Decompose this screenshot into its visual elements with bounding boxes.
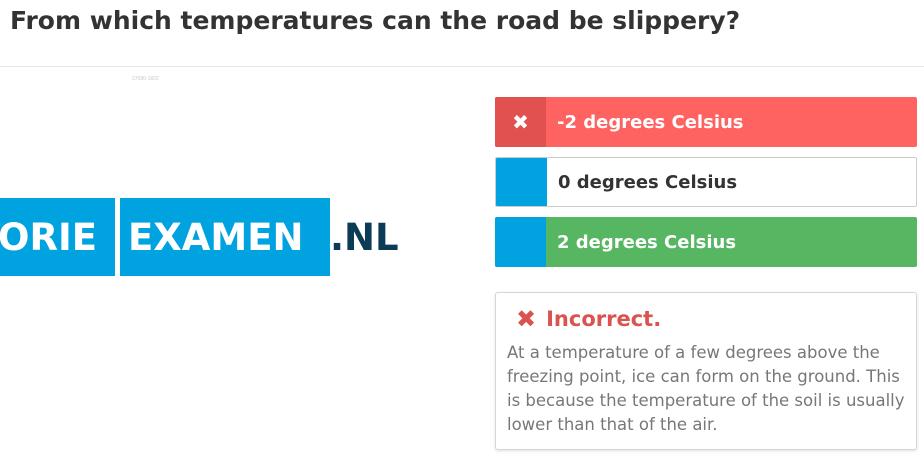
answer-option-wrong[interactable]: ✖ -2 degrees Celsius — [495, 97, 917, 147]
x-icon: ✖ — [516, 305, 537, 333]
feedback-panel: ✖ Incorrect. At a temperature of a few d… — [495, 292, 917, 450]
feedback-explanation: At a temperature of a few degrees above … — [507, 343, 905, 434]
answer-marker — [495, 217, 546, 267]
answer-label: 2 degrees Celsius — [557, 231, 737, 253]
logo-gap — [115, 198, 120, 276]
answer-label: -2 degrees Celsius — [557, 111, 744, 133]
logo-tld: .NL — [330, 216, 399, 259]
question-title: From which temperatures can the road be … — [10, 6, 741, 35]
brand-logo: ORIE EXAMEN .NL — [0, 198, 420, 276]
answer-option-neutral[interactable]: 0 degrees Celsius — [495, 157, 917, 207]
x-icon: ✖ — [512, 110, 529, 134]
logo-text-right: EXAMEN — [128, 216, 304, 259]
header-divider — [0, 66, 924, 67]
answer-list: ✖ -2 degrees Celsius 0 degrees Celsius 2… — [495, 97, 917, 277]
logo-text-left: ORIE — [0, 216, 97, 259]
answer-option-correct[interactable]: 2 degrees Celsius — [495, 217, 917, 267]
feedback-title: Incorrect. — [546, 307, 662, 331]
answer-marker: ✖ — [495, 97, 546, 147]
answer-label: 0 degrees Celsius — [558, 171, 738, 193]
answer-marker — [496, 158, 547, 206]
image-caption-text: 27090-1822 — [132, 76, 159, 82]
feedback-header: ✖ Incorrect. — [516, 307, 906, 331]
